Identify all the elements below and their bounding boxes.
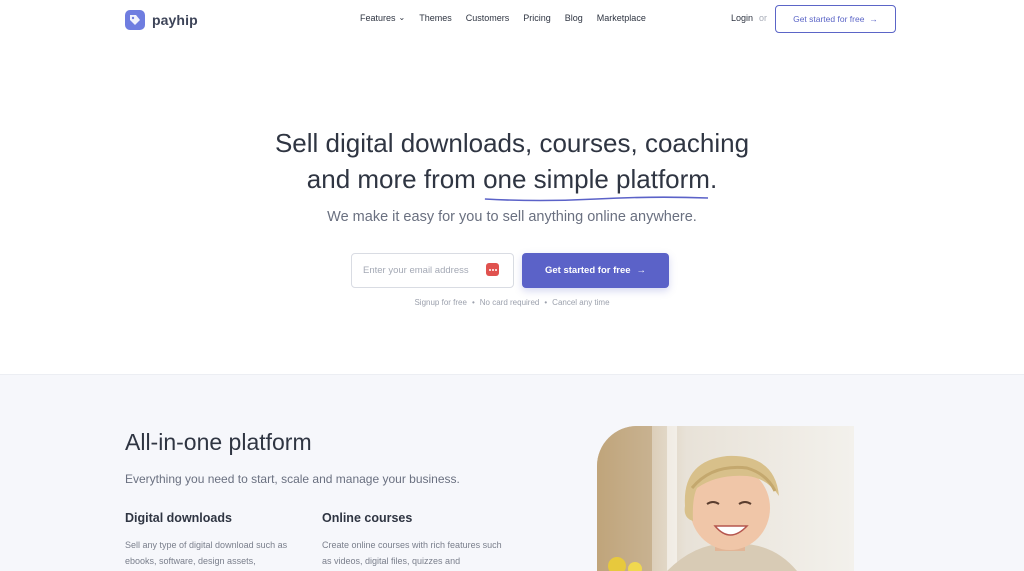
hero-headline-highlight-text: one simple platform <box>483 164 710 194</box>
nav-item-pricing[interactable]: Pricing <box>523 13 551 23</box>
nav-item-themes-label: Themes <box>419 13 452 23</box>
hero-headline: Sell digital downloads, courses, coachin… <box>0 125 1024 202</box>
login-link[interactable]: Login <box>731 13 753 23</box>
top-navigation: payhip Features ⌄ Themes Customers Prici… <box>0 0 1024 38</box>
hero-get-started-button[interactable]: Get started for free → <box>522 253 669 288</box>
password-manager-icon[interactable] <box>486 263 499 276</box>
nav-item-features[interactable]: Features ⌄ <box>360 13 405 23</box>
bullet-separator: • <box>471 298 475 307</box>
nav-get-started-label: Get started for free <box>793 14 865 24</box>
section-subtitle: Everything you need to start, scale and … <box>125 472 460 486</box>
hero-subtitle: We make it easy for you to sell anything… <box>327 209 697 225</box>
nav-item-customers[interactable]: Customers <box>466 13 510 23</box>
nav-item-blog[interactable]: Blog <box>565 13 583 23</box>
fine-print-item: Cancel any time <box>552 298 610 307</box>
feature-text-digital-downloads: Sell any type of digital download such a… <box>125 540 288 566</box>
hero-get-started-label: Get started for free <box>544 265 631 276</box>
nav-item-themes[interactable]: Themes <box>419 13 452 23</box>
bullet-separator: • <box>544 298 548 307</box>
nav-item-blog-label: Blog <box>564 13 583 23</box>
nav-item-marketplace-label: Marketplace <box>596 13 646 23</box>
squiggle-underline-icon <box>484 196 709 202</box>
feature-text-online-courses: Create online courses with rich features… <box>322 540 502 566</box>
nav-item-features-label: Features <box>360 13 396 23</box>
fine-print-item: Signup for free <box>414 298 467 307</box>
hero-headline-highlight: one simple platform <box>483 161 710 202</box>
hero-headline-line1: Sell digital downloads, courses, coachin… <box>274 128 750 158</box>
nav-item-pricing-label: Pricing <box>523 13 551 23</box>
nav-get-started-button[interactable]: Get started for free → <box>775 5 896 33</box>
main-menu: Features ⌄ Themes Customers Pricing Blog… <box>360 13 660 23</box>
or-separator: or <box>759 13 768 23</box>
chevron-down-icon: ⌄ <box>398 13 406 22</box>
logo[interactable]: payhip <box>125 10 198 30</box>
feature-title-online-courses: Online courses <box>322 511 413 525</box>
arrow-right-icon: → <box>636 265 647 276</box>
tag-icon <box>125 10 145 30</box>
nav-item-marketplace[interactable]: Marketplace <box>597 13 646 23</box>
arrow-right-icon: → <box>869 14 878 24</box>
nav-item-customers-label: Customers <box>465 13 510 23</box>
fine-print-item: No card required <box>479 298 540 307</box>
hero-headline-period: . <box>709 164 718 194</box>
photo-illustration <box>597 426 854 571</box>
brand-name: payhip <box>152 12 198 28</box>
signup-fine-print: Signup for free • No card required • Can… <box>0 298 1024 307</box>
section-title: All-in-one platform <box>125 429 312 455</box>
feature-title-digital-downloads: Digital downloads <box>125 511 232 525</box>
smiling-woman-photo <box>597 426 854 571</box>
hero-headline-line2-pre: and more from <box>306 164 484 194</box>
